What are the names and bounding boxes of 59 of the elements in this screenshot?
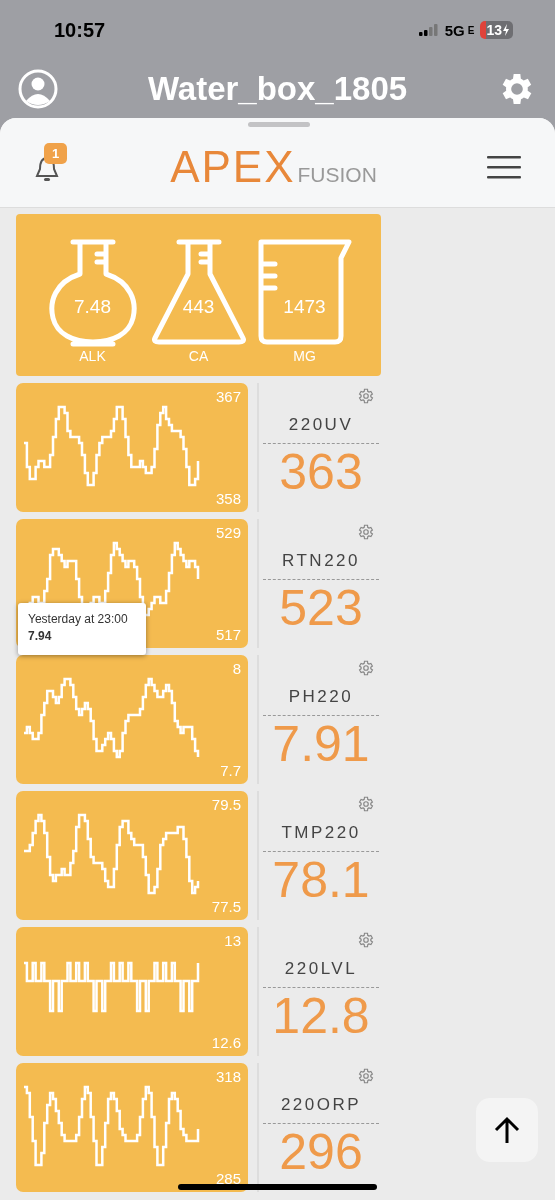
device-title: Water_box_1805 — [147, 70, 408, 108]
chart-card[interactable]: 79.5 77.5 — [16, 791, 248, 920]
min-label: 7.7 — [220, 762, 241, 779]
probe-reading: 7.91 — [272, 719, 370, 769]
probe-reading: 363 — [279, 447, 363, 497]
battery-indicator: 13 — [480, 21, 513, 39]
menu-icon[interactable] — [487, 154, 521, 179]
probe-value: 1473 — [282, 296, 327, 318]
probe-label: CA — [188, 348, 209, 364]
probe-reading: 523 — [279, 583, 363, 633]
max-label: 529 — [215, 524, 241, 541]
probe-card[interactable]: 7.48 ALK 443 CA 1473 MG — [16, 214, 381, 376]
chart-card[interactable]: 318 285 — [16, 1063, 248, 1192]
probe-name: 220ORP — [263, 1095, 379, 1124]
probe-label: ALK — [79, 348, 106, 364]
probe-label: MG — [293, 348, 316, 364]
settings-icon[interactable] — [357, 387, 375, 405]
max-label: 13 — [224, 932, 241, 949]
probe-value: 7.48 — [73, 296, 112, 318]
beaker-icon — [256, 238, 353, 348]
status-time: 10:57 — [54, 18, 106, 42]
probe-name: 220LVL — [263, 959, 379, 988]
probe-reading: 296 — [279, 1127, 363, 1177]
min-label: 517 — [215, 626, 241, 643]
chart-card[interactable]: 367 358 — [16, 383, 248, 512]
max-label: 79.5 — [211, 796, 241, 813]
probe-value: 443 — [181, 296, 216, 318]
max-label: 318 — [215, 1068, 241, 1085]
tooltip-title: Yesterday at 23:00 — [28, 612, 129, 626]
probe-name: 220UV — [263, 415, 379, 444]
settings-icon[interactable] — [357, 523, 375, 541]
max-label: 367 — [215, 388, 241, 405]
tooltip-value: 7.94 — [28, 629, 53, 643]
max-label: 8 — [232, 660, 241, 677]
logo-subtitle: FUSION — [297, 163, 377, 188]
settings-icon[interactable] — [357, 931, 375, 949]
min-label: 358 — [215, 490, 241, 507]
network-label: 5G — [444, 21, 465, 39]
probe-reading: 78.1 — [272, 855, 370, 905]
probe-name: PH220 — [263, 687, 379, 716]
notification-badge: 1 — [44, 142, 68, 164]
min-label: 285 — [215, 1170, 241, 1187]
conical-flask-icon — [150, 238, 247, 348]
network-suffix: E — [467, 24, 475, 36]
probe-reading: 12.8 — [272, 991, 370, 1041]
settings-icon[interactable] — [357, 795, 375, 813]
probe-name: TMP220 — [263, 823, 379, 852]
min-label: 77.5 — [211, 898, 241, 915]
profile-icon[interactable] — [18, 69, 58, 109]
min-label: 12.6 — [211, 1034, 241, 1051]
probe-name: RTN220 — [263, 551, 379, 580]
scroll-top-button[interactable] — [476, 1098, 538, 1162]
signal-icon — [418, 24, 439, 36]
chart-card[interactable]: 13 12.6 — [16, 927, 248, 1056]
chart-card[interactable]: 8 7.7 — [16, 655, 248, 784]
logo-wordmark: APEX — [170, 144, 296, 189]
settings-icon[interactable] — [357, 659, 375, 677]
settings-icon[interactable] — [357, 1067, 375, 1085]
up-arrow-icon — [494, 1116, 520, 1144]
